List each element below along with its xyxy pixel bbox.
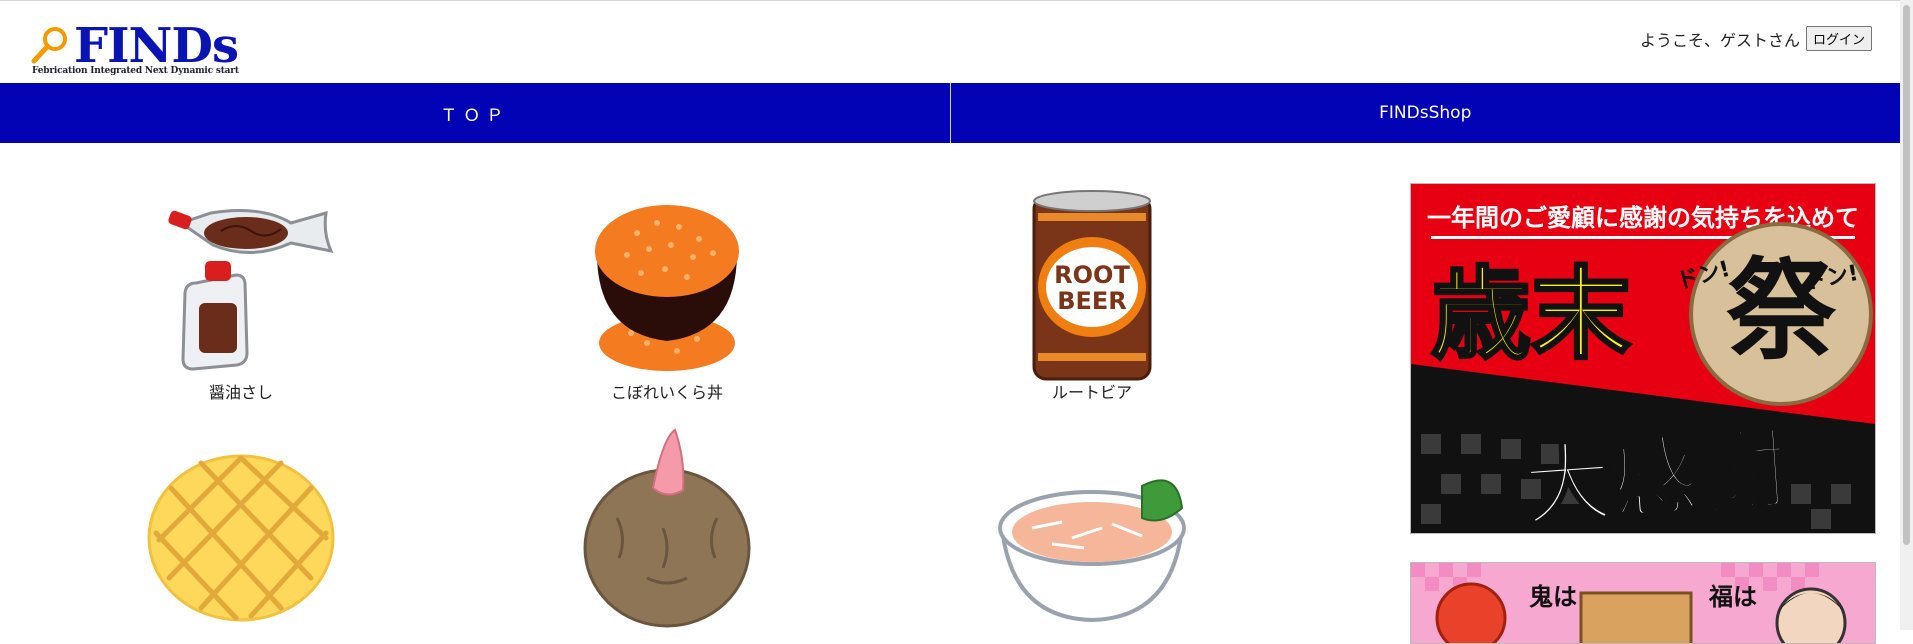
product-card[interactable] bbox=[962, 428, 1222, 624]
product-card[interactable] bbox=[537, 428, 797, 628]
product-card[interactable]: こぼれいくら丼 bbox=[537, 183, 797, 403]
scrollbar-thumb[interactable] bbox=[1903, 5, 1910, 545]
product-card[interactable] bbox=[111, 428, 371, 624]
banner-drum-text: 祭 bbox=[1726, 246, 1837, 375]
product-card[interactable]: 醤油さし bbox=[111, 183, 371, 403]
user-greeting-area: ようこそ、ゲストさん ログイン bbox=[1640, 26, 1872, 51]
product-label: こぼれいくら丼 bbox=[610, 383, 723, 402]
banner2-text-right: 福は bbox=[1708, 583, 1757, 611]
nav-item-top[interactable]: ＴＯＰ bbox=[0, 83, 951, 143]
melon-pan-icon bbox=[147, 454, 335, 622]
welcome-text: ようこそ、ゲストさん bbox=[1639, 30, 1800, 50]
year-end-sale-banner[interactable]: 一年間のご愛顧に感謝の気持ちを込めて 歳末 祭 ドン! ドン! 大感謝 bbox=[1410, 183, 1876, 534]
can-text-root: ROOT bbox=[1054, 261, 1130, 289]
login-button[interactable]: ログイン bbox=[1805, 26, 1872, 51]
logo-tagline: Febrication Integrated Next Dynamic star… bbox=[32, 66, 239, 76]
banner-main-text: 歳末 bbox=[1431, 256, 1631, 373]
product-label: 醤油さし bbox=[208, 383, 273, 402]
main-nav: ＴＯＰ FINDsShop bbox=[0, 83, 1900, 143]
ikura-don-icon bbox=[595, 205, 739, 371]
root-beer-icon: ROOT BEER bbox=[1032, 190, 1152, 381]
soy-sauce-icon bbox=[168, 209, 334, 371]
top-border bbox=[0, 0, 1913, 1]
magnifier-icon bbox=[31, 27, 67, 64]
site-logo[interactable]: FINDs Febrication Integrated Next Dynami… bbox=[30, 18, 239, 80]
product-label: ルートビア bbox=[1051, 383, 1132, 402]
setsubun-banner[interactable]: 鬼は 福は bbox=[1410, 562, 1876, 644]
vertical-scrollbar[interactable] bbox=[1900, 0, 1913, 630]
banner2-text-left: 鬼は bbox=[1529, 583, 1577, 611]
rice-bowl-icon bbox=[998, 479, 1186, 623]
banner-bottom-text: 大感謝 bbox=[1520, 418, 1791, 533]
product-card[interactable]: ROOT BEER ルートビア bbox=[962, 183, 1222, 403]
nav-item-findsshop[interactable]: FINDsShop bbox=[951, 83, 1901, 143]
sata-andagi-icon bbox=[583, 428, 751, 628]
can-text-beer: BEER bbox=[1057, 287, 1127, 315]
